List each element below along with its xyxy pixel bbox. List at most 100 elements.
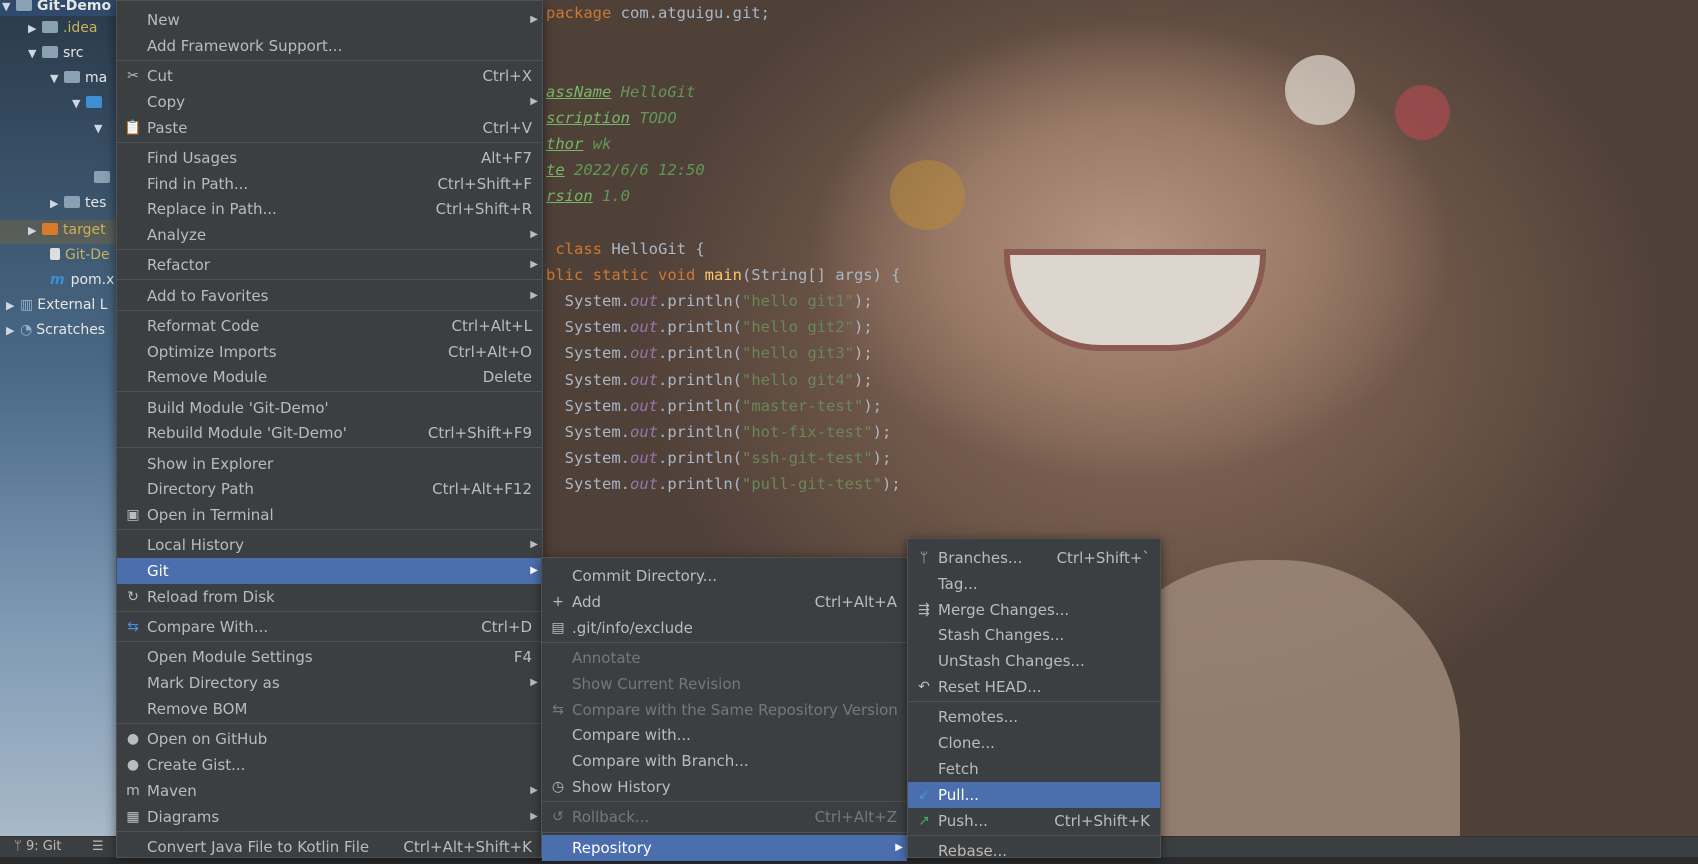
menu-item-rebase[interactable]: Rebase... [908, 838, 1160, 864]
menu-item-annotate[interactable]: Annotate [542, 645, 907, 671]
tree-item-src[interactable]: ▼ src [28, 45, 83, 61]
tree-item-main[interactable]: ▼ ma [50, 70, 107, 86]
tree-item-java[interactable]: ▼ [72, 95, 107, 111]
menu-item-branches[interactable]: ᛘ Branches... Ctrl+Shift+` [908, 545, 1160, 571]
menu-item-reload-from-disk[interactable]: ↻ Reload from Disk [117, 584, 542, 610]
menu-item-compare-with[interactable]: Compare with... [542, 722, 907, 748]
menu-item-new[interactable]: New ▶ [117, 7, 542, 33]
menu-item-git[interactable]: Git ▶ [117, 558, 542, 585]
menu-item-analyze[interactable]: Analyze ▶ [117, 222, 542, 248]
git-tool-window-tab[interactable]: ᛘ 9: Git [14, 839, 62, 854]
menu-item-paste[interactable]: 📋 Paste Ctrl+V [117, 115, 542, 141]
tree-item-test[interactable]: ▶ tes [50, 195, 106, 211]
menu-item-label: UnStash Changes... [938, 652, 1085, 671]
tree-item-package[interactable]: ▼ [94, 120, 108, 136]
shortcut-label: Ctrl+D [481, 618, 532, 637]
chevron-down-icon[interactable]: ▼ [94, 122, 108, 135]
menu-item-fetch[interactable]: Fetch [908, 756, 1160, 782]
folder-icon [64, 196, 80, 208]
menu-item-git-info-exclude[interactable]: ▤ .git/info/exclude [542, 615, 907, 641]
tree-item-idea[interactable]: ▶ .idea [28, 20, 97, 36]
chevron-right-icon[interactable]: ▶ [50, 197, 64, 210]
chevron-down-icon[interactable]: ▼ [2, 0, 16, 13]
menu-item-remove-bom[interactable]: Remove BOM [117, 696, 542, 722]
code-line: System.out.println("hello git4"); [546, 367, 901, 393]
menu-item-diagrams[interactable]: ▦ Diagrams ▶ [117, 804, 542, 830]
menu-item-unstash-changes[interactable]: UnStash Changes... [908, 648, 1160, 674]
menu-item-rebuild-module-git-demo[interactable]: Rebuild Module 'Git-Demo' Ctrl+Shift+F9 [117, 420, 542, 446]
menu-item-replace-in-path[interactable]: Replace in Path... Ctrl+Shift+R [117, 196, 542, 222]
menu-item-create-gist[interactable]: ● Create Gist... [117, 752, 542, 778]
tree-item-pom[interactable]: m pom.x [50, 272, 114, 288]
menu-item-compare-with-branch[interactable]: Compare with Branch... [542, 748, 907, 774]
shortcut-label: Ctrl+Alt+Z [814, 808, 897, 827]
chevron-right-icon[interactable]: ▶ [6, 299, 20, 312]
tree-item-label: Git-De [65, 247, 110, 263]
menu-item-open-module-settings[interactable]: Open Module Settings F4 [117, 644, 542, 670]
menu-item-add[interactable]: + Add Ctrl+Alt+A [542, 589, 907, 615]
menu-item-merge-changes[interactable]: ⇶ Merge Changes... [908, 597, 1160, 623]
menu-item-push[interactable]: ↗ Push... Ctrl+Shift+K [908, 808, 1160, 834]
menu-item-label: Show Current Revision [572, 674, 742, 693]
code-token: package [546, 4, 621, 22]
menu-item-reformat-code[interactable]: Reformat Code Ctrl+Alt+L [117, 313, 542, 339]
chevron-right-icon[interactable]: ▶ [28, 224, 42, 237]
shortcut-label: Ctrl+Alt+O [448, 342, 532, 361]
tree-item-external-libraries[interactable]: ▶ ▥ External L [6, 297, 108, 313]
menu-item-optimize-imports[interactable]: Optimize Imports Ctrl+Alt+O [117, 339, 542, 365]
menu-item-repository[interactable]: Repository ▶ [542, 834, 907, 861]
menu-item-rollback[interactable]: ↺ Rollback... Ctrl+Alt+Z [542, 804, 907, 830]
menu-item-build-module-git-demo[interactable]: Build Module 'Git-Demo' [117, 395, 542, 421]
code-token: out [630, 396, 658, 415]
todo-icon[interactable]: ☰ [92, 839, 104, 854]
menu-item-compare-with-the-same-repository-version[interactable]: ⇆ Compare with the Same Repository Versio… [542, 697, 907, 723]
menu-item-remotes[interactable]: Remotes... [908, 704, 1160, 730]
code-token: 2022/6/6 12:50 [564, 161, 705, 180]
menu-item-reset-head[interactable]: ↶ Reset HEAD... [908, 674, 1160, 700]
project-root[interactable]: ▼ Git-Demo [2, 0, 111, 14]
menu-item-commit-directory[interactable]: Commit Directory... [542, 563, 907, 589]
chevron-down-icon[interactable]: ▼ [28, 47, 42, 60]
menu-item-open-on-github[interactable]: ● Open on GitHub [117, 726, 542, 752]
menu-item-show-current-revision[interactable]: Show Current Revision [542, 671, 907, 697]
menu-item-local-history[interactable]: Local History ▶ [117, 532, 542, 558]
menu-item-add-framework-support[interactable]: Add Framework Support... [117, 33, 542, 59]
merge-icon: ⇶ [918, 601, 930, 618]
chevron-right-icon[interactable]: ▶ [6, 324, 20, 337]
menu-item-add-to-favorites[interactable]: Add to Favorites ▶ [117, 283, 542, 309]
code-token: ); [853, 344, 873, 363]
menu-item-refactor[interactable]: Refactor ▶ [117, 252, 542, 278]
menu-item-cut[interactable]: ✂ Cut Ctrl+X [117, 63, 542, 89]
menu-item-remove-module[interactable]: Remove Module Delete [117, 364, 542, 390]
menu-separator [117, 723, 542, 724]
menu-item-clone[interactable]: Clone... [908, 730, 1160, 756]
menu-item-label: Mark Directory as [147, 674, 280, 693]
chevron-down-icon[interactable]: ▼ [50, 72, 64, 85]
menu-item-directory-path[interactable]: Directory Path Ctrl+Alt+F12 [117, 476, 542, 502]
tree-item-target[interactable]: ▶ target [28, 222, 106, 238]
tree-item-scratches[interactable]: ▶ ◔ Scratches [6, 322, 105, 338]
menu-item-copy[interactable]: Copy ▶ [117, 89, 542, 115]
menu-item-open-in-terminal[interactable]: ▣ Open in Terminal [117, 502, 542, 528]
tree-item-resources[interactable] [94, 170, 115, 186]
menu-item-compare-with[interactable]: ⇆ Compare With... Ctrl+D [117, 614, 542, 640]
menu-item-mark-directory-as[interactable]: Mark Directory as ▶ [117, 670, 542, 696]
menu-item-maven[interactable]: m Maven ▶ [117, 778, 542, 804]
menu-item-tag[interactable]: Tag... [908, 571, 1160, 597]
chevron-right-icon[interactable]: ▶ [28, 22, 42, 35]
code-editor[interactable]: package com.atguigu.git; assName HelloGi… [546, 0, 901, 498]
tree-item-iml[interactable]: Git-De [50, 247, 110, 263]
submenu-arrow-icon: ▶ [895, 841, 903, 853]
menu-item-show-in-explorer[interactable]: Show in Explorer [117, 451, 542, 477]
branch-icon: ᛘ [14, 839, 22, 854]
menu-item-show-history[interactable]: ◷ Show History [542, 774, 907, 800]
menu-item-stash-changes[interactable]: Stash Changes... [908, 622, 1160, 648]
menu-item-pull[interactable]: ↙ Pull... [908, 781, 1160, 808]
clipboard-icon: 📋 [124, 119, 142, 136]
chevron-down-icon[interactable]: ▼ [72, 97, 86, 110]
code-token: main [704, 265, 742, 284]
menu-item-find-in-path[interactable]: Find in Path... Ctrl+Shift+F [117, 171, 542, 197]
code-token: wk [583, 134, 612, 153]
menu-item-find-usages[interactable]: Find Usages Alt+F7 [117, 145, 542, 171]
git-tab-label: 9: Git [25, 839, 62, 854]
